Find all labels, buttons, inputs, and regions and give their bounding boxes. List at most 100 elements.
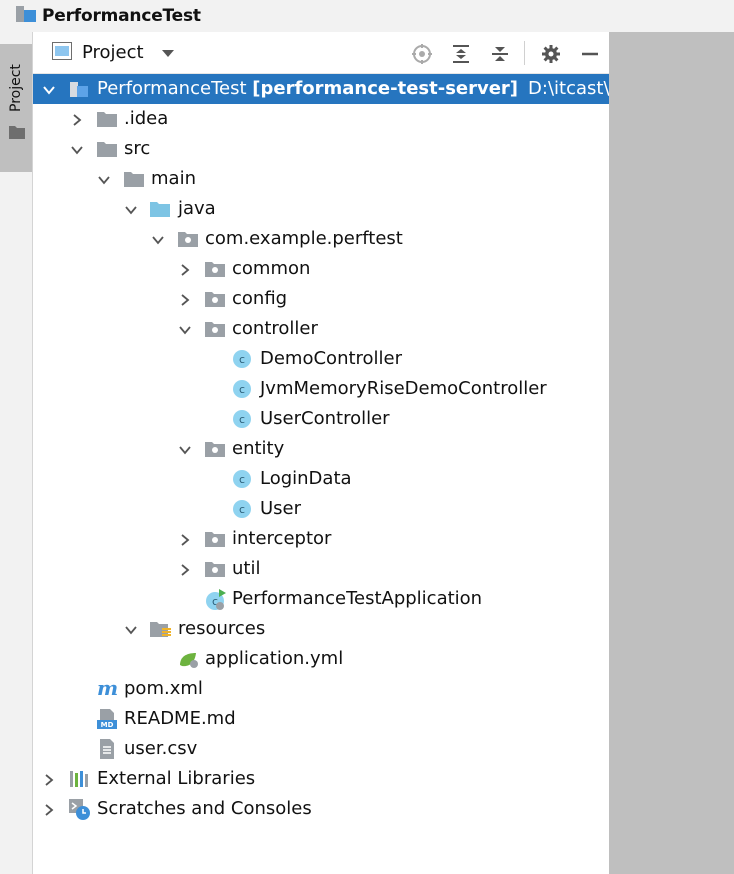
svg-text:c: c — [239, 503, 245, 516]
header-divider — [524, 41, 525, 65]
folder-icon — [9, 124, 25, 143]
root-module: [performance-test-server] — [252, 78, 519, 99]
tree-item-entity[interactable]: entity — [33, 434, 609, 464]
svg-text:c: c — [239, 413, 245, 426]
minimize-icon[interactable] — [579, 43, 601, 65]
tree-item-interceptor[interactable]: interceptor — [33, 524, 609, 554]
tree-item-label: application.yml — [205, 648, 344, 669]
spring-config-icon — [178, 649, 198, 669]
chevron-down-icon[interactable] — [97, 172, 111, 186]
chevron-down-icon[interactable] — [124, 202, 138, 216]
tree-item-label: src — [124, 138, 151, 159]
tree-item-label: UserController — [260, 408, 390, 429]
spring-boot-app-icon: c — [205, 589, 226, 610]
tree-item-main[interactable]: main — [33, 164, 609, 194]
chevron-down-icon[interactable] — [178, 442, 192, 456]
tree-item-label: interceptor — [232, 528, 332, 549]
source-folder-icon — [150, 199, 170, 219]
tree-item-readme-md[interactable]: MD README.md — [33, 704, 609, 734]
tree-item-src[interactable]: src — [33, 134, 609, 164]
tree-item-common[interactable]: common — [33, 254, 609, 284]
tree-item-label: java — [178, 198, 216, 219]
chevron-right-icon[interactable] — [42, 772, 56, 786]
tree-item-label: controller — [232, 318, 318, 339]
tree-item-pom-xml[interactable]: m pom.xml — [33, 674, 609, 704]
ide-window: PerformanceTest Project Project Performa… — [0, 0, 734, 874]
collapse-all-icon[interactable] — [489, 43, 511, 65]
tree-item-resources[interactable]: resources — [33, 614, 609, 644]
tree-item-java[interactable]: java — [33, 194, 609, 224]
chevron-down-icon[interactable] — [70, 142, 84, 156]
folder-icon — [97, 109, 117, 129]
tree-item-jvmmemoryrisedemocontroller[interactable]: c JvmMemoryRiseDemoController — [33, 374, 609, 404]
tree-item-scratches-and-consoles[interactable]: Scratches and Consoles — [33, 794, 609, 824]
project-icon — [16, 5, 36, 27]
tree-item-label: User — [260, 498, 302, 519]
tree-item-package-root[interactable]: com.example.perftest — [33, 224, 609, 254]
project-panel: Project PerformanceTest [performance-tes… — [33, 32, 610, 874]
text-file-icon — [97, 739, 117, 759]
tree-item-label: .idea — [124, 108, 169, 129]
tree-item-label: PerformanceTestApplication — [232, 588, 483, 609]
tree-item-label: common — [232, 258, 311, 279]
chevron-right-icon[interactable] — [178, 292, 192, 306]
tree-item-usercontroller[interactable]: c UserController — [33, 404, 609, 434]
chevron-right-icon[interactable] — [178, 562, 192, 576]
tree-item-label: resources — [178, 618, 266, 639]
tree-item-config[interactable]: config — [33, 284, 609, 314]
chevron-down-icon[interactable] — [151, 232, 165, 246]
tree-item-util[interactable]: util — [33, 554, 609, 584]
tree-item-label: pom.xml — [124, 678, 203, 699]
tree-item-user-csv[interactable]: user.csv — [33, 734, 609, 764]
tree-root-row[interactable]: PerformanceTest [performance-test-server… — [33, 74, 610, 104]
package-icon — [205, 559, 225, 579]
tree-root-label: PerformanceTest [performance-test-server… — [97, 77, 610, 101]
project-tool-tab[interactable]: Project — [0, 44, 32, 172]
class-icon: c — [232, 409, 252, 429]
class-icon: c — [232, 379, 252, 399]
tree-item-label: com.example.perftest — [205, 228, 403, 249]
package-icon — [205, 289, 225, 309]
chevron-down-icon[interactable] — [178, 322, 192, 336]
class-icon: c — [232, 349, 252, 369]
editor-area-background — [609, 32, 734, 874]
tree-item-user[interactable]: c User — [33, 494, 609, 524]
tree-item-label: README.md — [124, 708, 236, 729]
chevron-down-icon[interactable] — [42, 82, 56, 96]
chevron-right-icon[interactable] — [178, 262, 192, 276]
root-name: PerformanceTest — [97, 78, 247, 99]
chevron-down-icon[interactable] — [124, 622, 138, 636]
chevron-right-icon[interactable] — [70, 112, 84, 126]
view-title[interactable]: Project — [82, 42, 144, 63]
tree-item-democontroller[interactable]: c DemoController — [33, 344, 609, 374]
chevron-down-icon[interactable] — [161, 43, 174, 62]
gear-icon[interactable] — [540, 43, 562, 65]
class-icon: c — [232, 499, 252, 519]
tree-item-application-yml[interactable]: application.yml — [33, 644, 609, 674]
locate-icon[interactable] — [411, 43, 433, 65]
tree-item-performancetestapplication[interactable]: c PerformanceTestApplication — [33, 584, 609, 614]
class-icon: c — [232, 469, 252, 489]
tree-item-label: main — [151, 168, 196, 189]
tree-item-external-libraries[interactable]: External Libraries — [33, 764, 609, 794]
svg-text:MD: MD — [101, 721, 114, 729]
tree-item-idea[interactable]: .idea — [33, 104, 609, 134]
expand-all-icon[interactable] — [450, 43, 472, 65]
markdown-icon: MD — [97, 709, 117, 729]
chevron-right-icon[interactable] — [178, 532, 192, 546]
tree-item-logindata[interactable]: c LoginData — [33, 464, 609, 494]
svg-text:m: m — [97, 679, 118, 699]
tree-item-label: user.csv — [124, 738, 198, 759]
package-icon — [205, 319, 225, 339]
maven-icon: m — [97, 676, 118, 700]
project-tool-tab-label: Project — [8, 64, 24, 112]
folder-icon — [97, 139, 117, 159]
title-bar: PerformanceTest — [0, 0, 734, 32]
chevron-right-icon[interactable] — [42, 802, 56, 816]
panel-header: Project — [33, 32, 609, 74]
tree-item-label: LoginData — [260, 468, 352, 489]
folder-icon — [124, 169, 144, 189]
tree-item-controller[interactable]: controller — [33, 314, 609, 344]
package-icon — [205, 529, 225, 549]
resources-folder-icon — [150, 619, 171, 639]
